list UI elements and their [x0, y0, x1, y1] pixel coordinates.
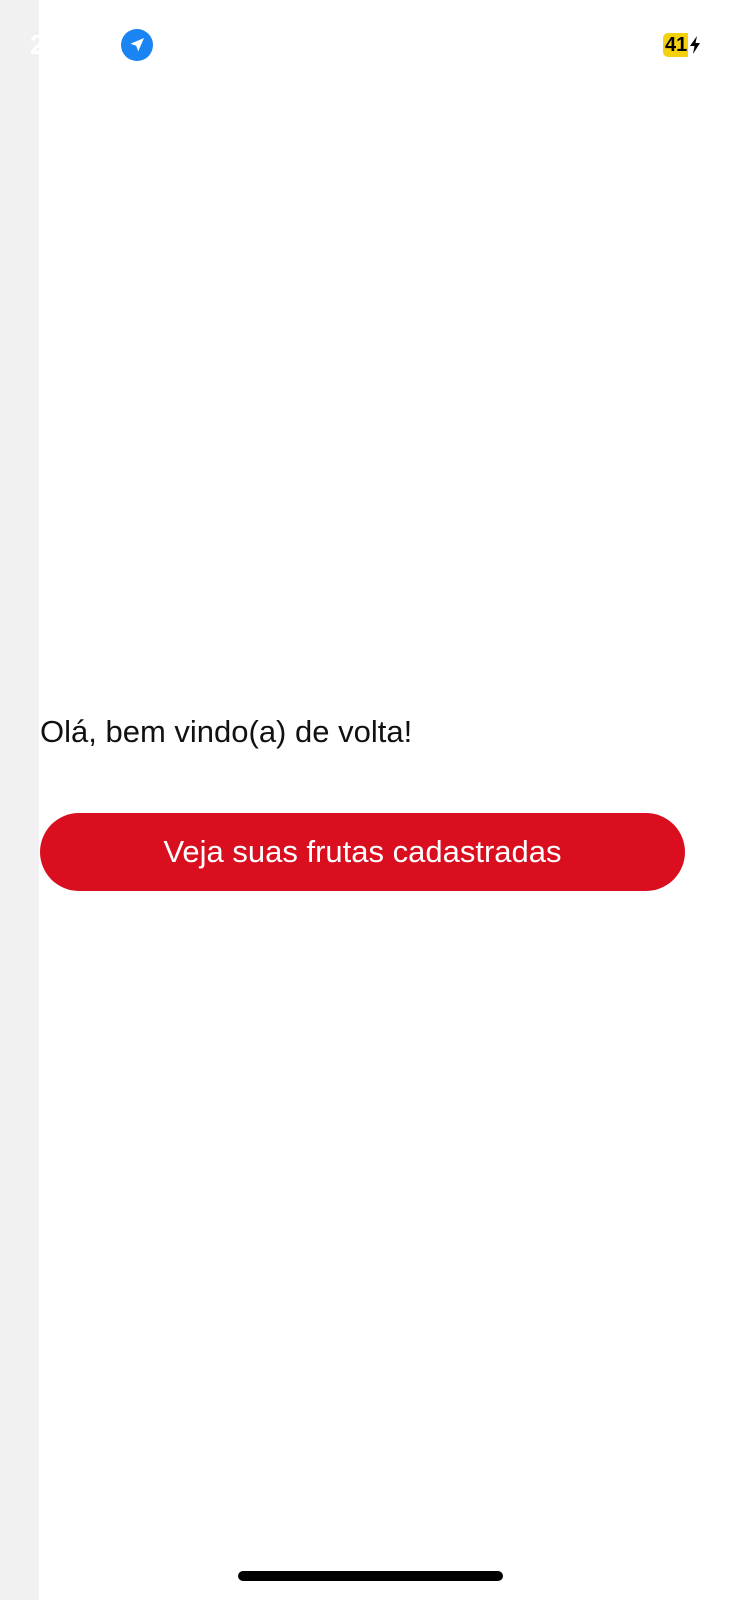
status-bar: 2 41: [0, 0, 739, 90]
home-indicator[interactable]: [238, 1571, 503, 1581]
bolt-icon: [690, 36, 701, 54]
battery-level: 41: [663, 33, 689, 57]
view-fruits-button[interactable]: Veja suas frutas cadastradas: [40, 813, 685, 891]
location-arrow-icon: [121, 29, 153, 61]
app-screen: 2 41 Olá, bem vindo(a) de volta! Veja su…: [0, 0, 739, 1600]
welcome-greeting: Olá, bem vindo(a) de volta!: [40, 714, 413, 749]
left-edge-strip: [0, 0, 39, 1600]
view-fruits-button-label: Veja suas frutas cadastradas: [163, 834, 562, 869]
status-time: 2: [30, 29, 46, 60]
battery-indicator: 41: [663, 33, 701, 57]
